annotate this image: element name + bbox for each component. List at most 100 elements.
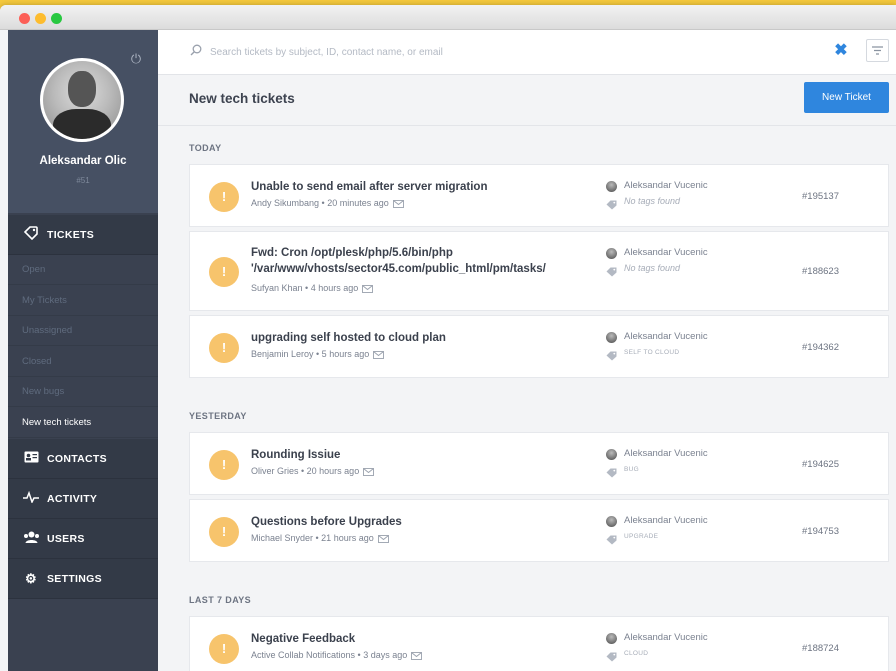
ticket-id: #194753 [802, 525, 839, 537]
app-window: ⏻ Aleksandar Olic #51 TICKETS Open My Ti… [0, 5, 896, 671]
ticket-assignee[interactable]: Aleksandar Vucenic [624, 515, 708, 526]
tag-icon [606, 465, 617, 478]
new-ticket-button[interactable]: New Ticket [804, 82, 889, 113]
ticket-id: #188623 [802, 266, 839, 277]
ticket-id: #195137 [802, 190, 839, 202]
main-content: ✖ New tech tickets New Ticket TODAY! Unab… [158, 30, 896, 671]
ticket-assignee[interactable]: Aleksandar Vucenic [624, 448, 708, 459]
search-input[interactable] [208, 42, 712, 62]
ticket-title[interactable]: Rounding Issiue [251, 447, 596, 463]
sidebar-item-label: ACTIVITY [47, 492, 98, 505]
user-name: Aleksandar Olic [39, 155, 127, 167]
gear-icon: ⚙ [25, 570, 37, 586]
assignee-avatar [606, 633, 617, 644]
ticket-id: #194362 [802, 341, 839, 353]
ticket-row[interactable]: ! Rounding Issiue Oliver Gries • 20 hours … [189, 432, 889, 495]
mail-icon [377, 534, 389, 543]
ticket-tags: UPGRADE [624, 533, 659, 540]
sidebar-filter-my-tickets[interactable]: My Tickets [8, 286, 158, 316]
tag-icon [606, 649, 617, 662]
priority-icon: ! [209, 449, 239, 480]
priority-icon: ! [209, 257, 239, 287]
assignee-avatar [606, 181, 617, 192]
ticket-meta: Active Collab Notifications • 3 days ago [251, 650, 423, 660]
page-title: New tech tickets [189, 91, 295, 106]
mail-icon [373, 350, 385, 359]
ticket-meta: Andy Sikumbang • 20 minutes ago [251, 198, 404, 208]
tag-icon [606, 264, 617, 277]
contact-card-icon [22, 451, 40, 466]
window-titlebar [0, 5, 896, 30]
ticket-meta: Oliver Gries • 20 hours ago [251, 466, 375, 476]
ticket-title[interactable]: Negative Feedback [251, 631, 596, 647]
mail-icon [411, 651, 423, 660]
ticket-row[interactable]: ! Questions before Upgrades Michael Snyder… [189, 499, 889, 562]
ticket-title[interactable]: Fwd: Cron /opt/plesk/php/5.6/bin/php '/v… [251, 245, 596, 277]
tag-icon [606, 348, 617, 361]
mail-icon [362, 284, 374, 293]
ticket-row[interactable]: ! Negative Feedback Active Collab Notifica… [189, 616, 889, 671]
sidebar-item-settings[interactable]: ⚙ SETTINGS [8, 559, 158, 599]
ticket-assignee[interactable]: Aleksandar Vucenic [624, 247, 708, 258]
ticket-row[interactable]: ! Fwd: Cron /opt/plesk/php/5.6/bin/php '/… [189, 231, 889, 311]
ticket-id: #188724 [802, 642, 839, 654]
users-icon [22, 531, 40, 546]
group-label: TODAY [189, 143, 222, 153]
assignee-avatar [606, 248, 617, 259]
sidebar-item-label: USERS [47, 532, 85, 545]
sidebar-filter-closed[interactable]: Closed [8, 347, 158, 377]
ticket-meta-text: Sufyan Khan • 4 hours ago [251, 283, 359, 293]
sidebar-item-activity[interactable]: ACTIVITY [8, 479, 158, 519]
user-profile: ⏻ Aleksandar Olic #51 [8, 30, 158, 213]
sidebar-item-label: SETTINGS [47, 572, 102, 585]
filter-button[interactable] [866, 39, 889, 62]
ticket-meta-text: Michael Snyder • 21 hours ago [251, 533, 374, 543]
ticket-row[interactable]: ! Unable to send email after server migra… [189, 164, 889, 227]
close-icon[interactable]: ✖ [834, 43, 848, 59]
tag-icon [606, 197, 617, 210]
sidebar-filter-new-tech-tickets[interactable]: New tech tickets [8, 408, 158, 438]
sidebar-item-users[interactable]: USERS [8, 519, 158, 559]
ticket-tags: No tags found [624, 263, 681, 273]
close-window-button[interactable] [19, 13, 30, 24]
priority-icon: ! [209, 516, 239, 547]
ticket-title[interactable]: Questions before Upgrades [251, 514, 596, 530]
avatar[interactable] [40, 58, 124, 142]
ticket-meta: Sufyan Khan • 4 hours ago [251, 283, 374, 293]
ticket-meta-text: Oliver Gries • 20 hours ago [251, 466, 360, 476]
ticket-row[interactable]: ! upgrading self hosted to cloud plan Benj… [189, 315, 889, 378]
sidebar-item-contacts[interactable]: CONTACTS [8, 439, 158, 479]
ticket-meta-text: Active Collab Notifications • 3 days ago [251, 650, 408, 660]
ticket-assignee[interactable]: Aleksandar Vucenic [624, 331, 708, 342]
group-label: YESTERDAY [189, 411, 247, 421]
pulse-icon [22, 490, 40, 506]
priority-icon: ! [209, 332, 239, 363]
priority-icon: ! [209, 181, 239, 212]
ticket-tags: CLOUD [624, 650, 649, 657]
assignee-avatar [606, 332, 617, 343]
assignee-avatar [606, 449, 617, 460]
minimize-window-button[interactable] [35, 13, 46, 24]
tag-icon [606, 532, 617, 545]
ticket-title[interactable]: upgrading self hosted to cloud plan [251, 330, 596, 346]
ticket-tags: BUG [624, 466, 639, 473]
sidebar-filter-open[interactable]: Open [8, 255, 158, 285]
maximize-window-button[interactable] [51, 13, 62, 24]
ticket-assignee[interactable]: Aleksandar Vucenic [624, 180, 708, 191]
priority-icon: ! [209, 633, 239, 664]
sidebar-filter-new-bugs[interactable]: New bugs [8, 377, 158, 407]
sidebar-filter-unassigned[interactable]: Unassigned [8, 316, 158, 346]
ticket-assignee[interactable]: Aleksandar Vucenic [624, 632, 708, 643]
power-icon[interactable]: ⏻ [130, 52, 142, 65]
ticket-tags: SELF TO CLOUD [624, 349, 680, 356]
group-label: LAST 7 DAYS [189, 595, 252, 605]
ticket-title[interactable]: Unable to send email after server migrat… [251, 179, 596, 195]
mail-icon [363, 467, 375, 476]
mail-icon [392, 199, 404, 208]
sidebar-item-tickets[interactable]: TICKETS [8, 215, 158, 255]
ticket-meta-text: Andy Sikumbang • 20 minutes ago [251, 198, 389, 208]
sidebar-item-label: TICKETS [47, 228, 95, 241]
ticket-tags: No tags found [624, 196, 681, 206]
assignee-avatar [606, 516, 617, 527]
sidebar-item-label: CONTACTS [47, 452, 107, 465]
